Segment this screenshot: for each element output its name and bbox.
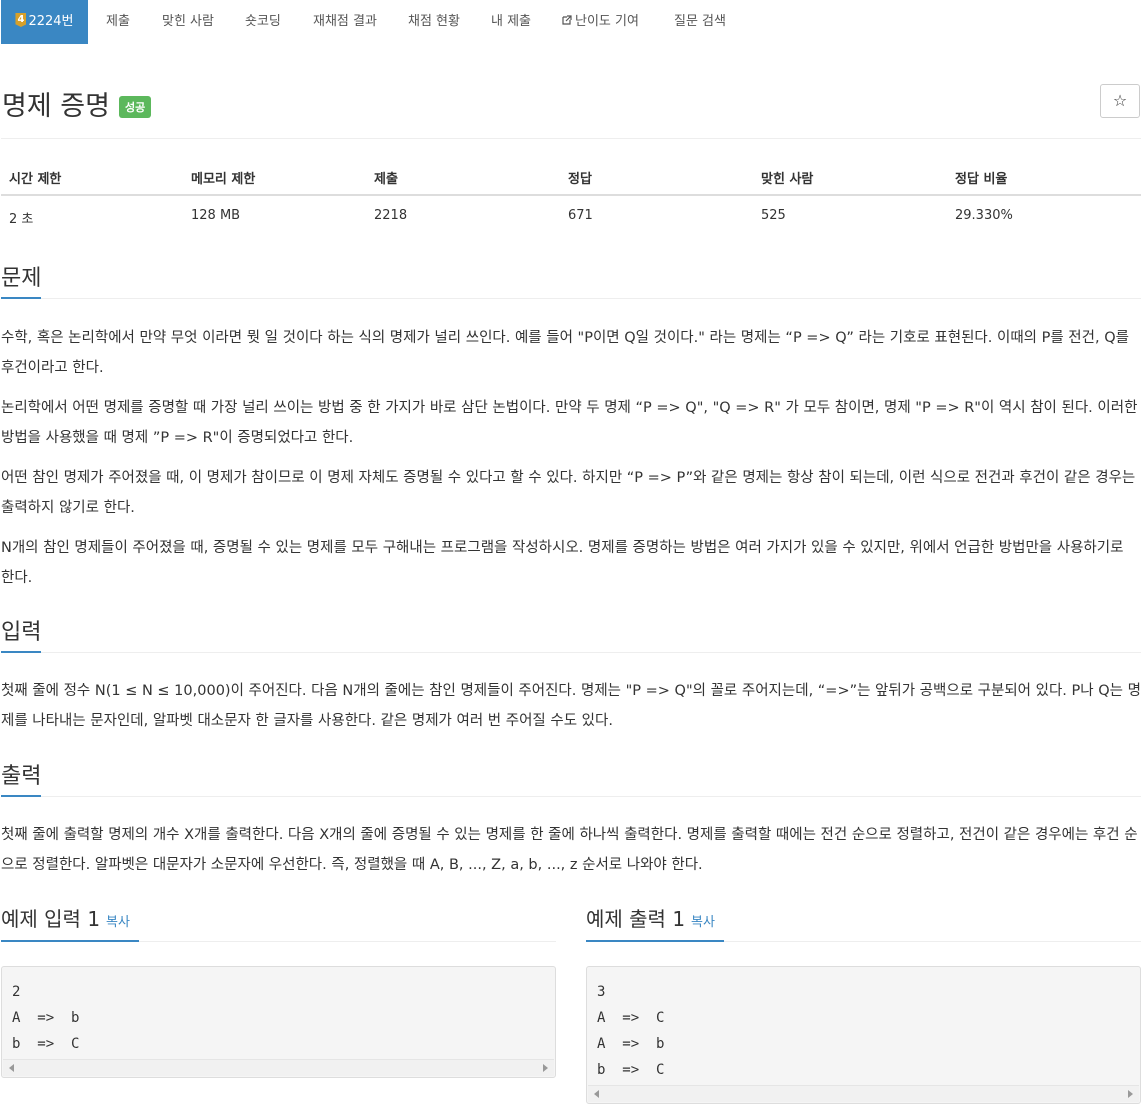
level-badge-icon: 4 [15,13,27,27]
section-heading: 입력 [1,620,42,645]
table-header: 맞힌 사람 [761,172,814,187]
section-underline [1,297,41,299]
section-heading: 출력 [1,764,42,789]
tab-status[interactable]: 채점 현황 [408,0,460,44]
table-cell: 128 MB [191,208,241,223]
star-button[interactable]: ☆ [1100,84,1140,118]
table-header: 시간 제한 [9,172,62,187]
table-cell: 525 [761,208,786,223]
table-header-row: 시간 제한 메모리 제한 제출 정답 맞힌 사람 정답 비율 [1,158,1141,196]
scroll-left-arrow-icon[interactable] [594,1090,599,1098]
tab-difficulty-label: 난이도 기여 [575,14,639,29]
table-row: 2 초 128 MB 2218 671 525 29.330% [1,196,1141,232]
problem-paragraph: N개의 참인 명제들이 주어졌을 때, 증명될 수 있는 명제를 모두 구해내는… [1,540,1124,586]
tab-difficulty[interactable]: 난이도 기여 [562,0,639,44]
problem-paragraph: 수학, 혹은 논리학에서 만약 무엇 이라면 뭣 일 것이다 하는 식의 명제가… [1,330,1129,376]
table-header: 정답 비율 [955,172,1008,187]
copy-sample-output-button[interactable]: 복사 [691,915,715,930]
copy-sample-input-button[interactable]: 복사 [106,915,130,930]
section-underline [586,940,724,942]
horizontal-scrollbar[interactable] [588,1085,1139,1102]
input-paragraph: 첫째 줄에 정수 N(1 ≤ N ≤ 10,000)이 주어진다. 다음 N개의… [1,683,1141,729]
section-title-output: 출력 [1,758,1141,797]
sample-input-heading: 예제 입력 1 [1,907,101,931]
tab-qna[interactable]: 질문 검색 [674,0,726,44]
sample-output-text: 3 A => C A => b b => C [597,984,665,1078]
sample-output-heading: 예제 출력 1 [586,907,686,931]
problem-paragraph: 논리학에서 어떤 명제를 증명할 때 가장 널리 쓰이는 방법 중 한 가지가 … [1,400,1138,446]
output-paragraph: 첫째 줄에 출력할 명제의 개수 X개를 출력한다. 다음 X개의 줄에 증명될… [1,827,1138,873]
section-title-problem: 문제 [1,260,1141,299]
sample-output-box[interactable]: 3 A => C A => b b => C [586,966,1141,1104]
scroll-right-arrow-icon[interactable] [543,1064,548,1072]
tab-my-submissions[interactable]: 내 제출 [491,0,531,44]
section-underline [1,651,41,653]
tab-rejudge[interactable]: 재채점 결과 [313,0,377,44]
sample-output-title: 예제 출력 1 복사 [586,903,1141,942]
table-header: 정답 [568,172,592,187]
problem-nav: 4 2224번 제출 맞힌 사람 숏코딩 재채점 결과 채점 현황 내 제출 난이… [0,0,1143,45]
section-heading: 문제 [1,266,42,291]
tab-solvers[interactable]: 맞힌 사람 [162,0,214,44]
table-cell: 29.330% [955,208,1013,223]
sample-input-box[interactable]: 2 A => b b => C [1,966,556,1078]
problem-info-table: 시간 제한 메모리 제한 제출 정답 맞힌 사람 정답 비율 2 초 128 M… [1,158,1141,232]
status-badge: 성공 [119,96,152,118]
table-cell: 671 [568,208,593,223]
title-row: 명제 증명 성공 ☆ [1,84,1141,139]
table-header: 메모리 제한 [191,172,256,187]
tab-short-coding[interactable]: 숏코딩 [245,0,281,44]
sample-input-text: 2 A => b b => C [12,984,80,1052]
scroll-right-arrow-icon[interactable] [1128,1090,1133,1098]
section-underline [1,940,139,942]
sample-input-title: 예제 입력 1 복사 [1,903,556,942]
tab-problem[interactable]: 4 2224번 [1,0,88,44]
page-title: 명제 증명 [2,91,110,122]
section-title-input: 입력 [1,614,1141,653]
table-header: 제출 [374,172,398,187]
tab-submit[interactable]: 제출 [106,0,130,44]
section-underline [1,795,41,797]
problem-paragraph: 어떤 참인 명제가 주어졌을 때, 이 명제가 참이므로 이 명제 자체도 증명… [1,470,1136,516]
star-icon: ☆ [1112,91,1128,110]
table-cell: 2218 [374,208,408,223]
scroll-left-arrow-icon[interactable] [9,1064,14,1072]
table-cell: 2 초 [9,212,34,227]
horizontal-scrollbar[interactable] [3,1059,554,1076]
tab-problem-label: 2224번 [28,14,74,29]
external-link-icon [562,15,572,25]
